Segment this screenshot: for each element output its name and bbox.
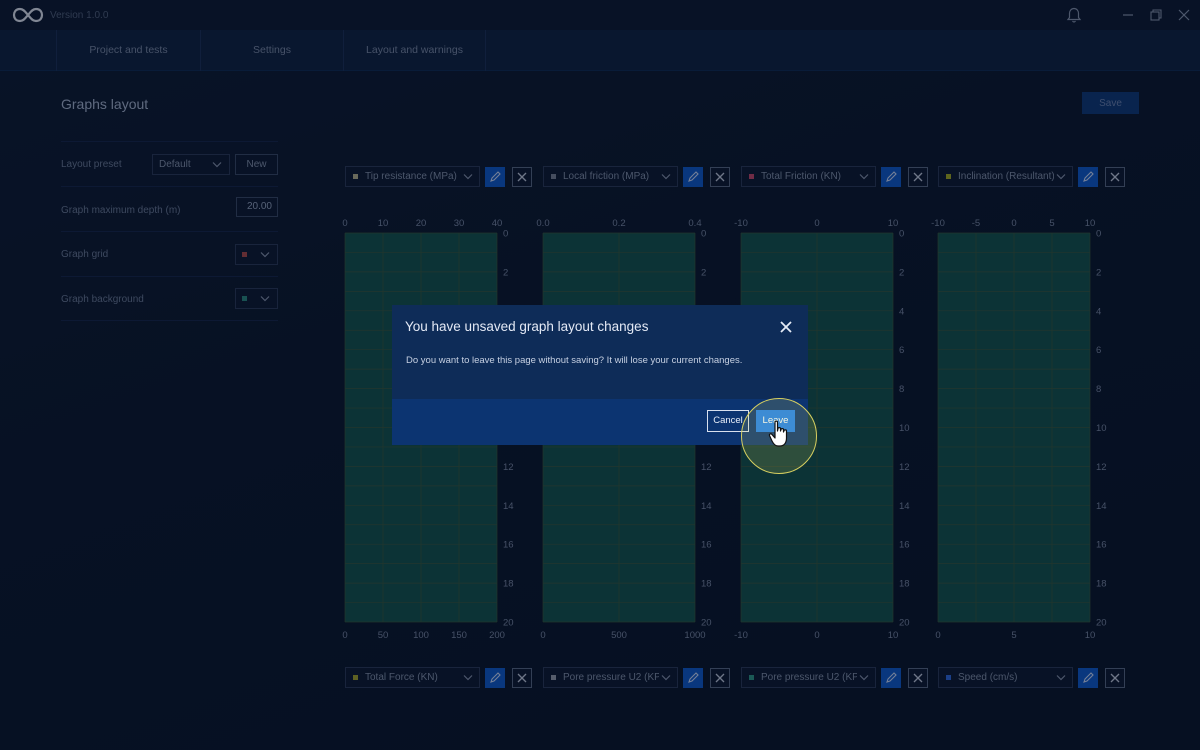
hand-pointer-cursor-icon <box>768 420 788 447</box>
close-icon[interactable] <box>780 321 792 333</box>
dialog-message: Do you want to leave this page without s… <box>406 355 743 366</box>
dialog-title: You have unsaved graph layout changes <box>405 319 649 334</box>
